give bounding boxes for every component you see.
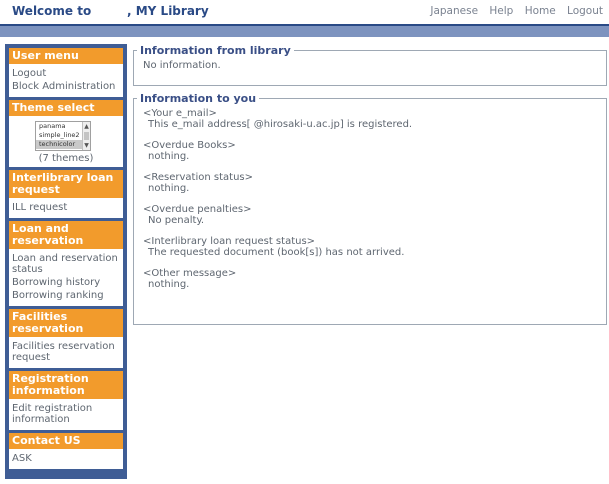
help-link[interactable]: Help xyxy=(489,5,513,17)
other-message-heading: <Other message> xyxy=(143,268,237,279)
welcome-label: Welcome to xyxy=(12,4,92,18)
registration-box: Edit registration information xyxy=(9,399,123,430)
penalties-heading: <Overdue penalties> xyxy=(143,204,252,215)
sidebar-item-borrowing-history[interactable]: Borrowing history xyxy=(12,277,120,288)
theme-select-header: Theme select xyxy=(9,100,123,116)
reservation-heading: <Reservation status> xyxy=(143,172,253,183)
loan-header: Loan and reservation xyxy=(9,221,123,249)
penalties-value: No penalty. xyxy=(148,215,205,226)
contact-box: ASK xyxy=(9,449,123,469)
top-bar: Welcome to , MY Library Japanese Help Ho… xyxy=(0,0,609,26)
ill-status-value: The requested document (book[s]) has not… xyxy=(148,247,405,258)
facilities-box: Facilities reservation request xyxy=(9,337,123,368)
other-message-block: <Other message> nothing. xyxy=(143,268,598,290)
reservation-block: <Reservation status> nothing. xyxy=(143,172,598,194)
sidebar-item-facilities-request[interactable]: Facilities reservation request xyxy=(12,341,120,363)
user-menu-header: User menu xyxy=(9,48,123,64)
overdue-books-value: nothing. xyxy=(148,151,190,162)
ill-box: ILL request xyxy=(9,198,123,218)
ill-header: Interlibrary loan request xyxy=(9,170,123,198)
japanese-link[interactable]: Japanese xyxy=(430,5,478,17)
library-info-title: Information from library xyxy=(140,44,291,57)
sidebar-item-ask[interactable]: ASK xyxy=(12,453,120,464)
email-value: This e_mail address[ @hirosaki-u.ac.jp] … xyxy=(148,119,413,130)
library-info-text: No information. xyxy=(143,60,221,71)
scroll-thumb[interactable] xyxy=(84,132,89,140)
other-message-value: nothing. xyxy=(148,279,190,290)
sidebar-item-edit-registration[interactable]: Edit registration information xyxy=(12,403,120,425)
home-link[interactable]: Home xyxy=(525,5,556,17)
sidebar-item-loan-status[interactable]: Loan and reservation status xyxy=(12,253,120,275)
ill-status-block: <Interlibrary loan request status> The r… xyxy=(143,236,598,258)
email-block: <Your e_mail> This e_mail address[ @hiro… xyxy=(143,108,598,130)
scroll-down-icon[interactable]: ▼ xyxy=(83,141,90,150)
library-info-panel: Information from library No information. xyxy=(133,44,607,86)
header-band xyxy=(0,26,609,37)
sidebar-item-block-administration[interactable]: Block Administration xyxy=(12,81,120,92)
ill-status-heading: <Interlibrary loan request status> xyxy=(143,236,316,247)
sidebar-item-borrowing-ranking[interactable]: Borrowing ranking xyxy=(12,290,120,301)
library-title: , MY Library xyxy=(127,4,209,18)
main-content: Information from library No information.… xyxy=(133,44,607,325)
sidebar-item-logout[interactable]: Logout xyxy=(12,68,120,79)
theme-listbox[interactable]: panama simple_line2 technicolor ▲ ▼ xyxy=(35,121,91,151)
loan-box: Loan and reservation status Borrowing hi… xyxy=(9,249,123,306)
email-heading: <Your e_mail> xyxy=(143,108,217,119)
sidebar-item-ill-request[interactable]: ILL request xyxy=(12,202,120,213)
overdue-books-heading: <Overdue Books> xyxy=(143,140,236,151)
penalties-block: <Overdue penalties> No penalty. xyxy=(143,204,598,226)
contact-header: Contact US xyxy=(9,433,123,449)
overdue-books-block: <Overdue Books> nothing. xyxy=(143,140,598,162)
sidebar: User menu Logout Block Administration Th… xyxy=(5,44,127,479)
header-links: Japanese Help Home Logout xyxy=(422,5,603,17)
reservation-value: nothing. xyxy=(148,183,190,194)
theme-list-scrollbar[interactable]: ▲ ▼ xyxy=(82,122,90,150)
facilities-header: Facilities reservation xyxy=(9,309,123,337)
scroll-up-icon[interactable]: ▲ xyxy=(83,122,90,131)
user-info-panel: Information to you <Your e_mail> This e_… xyxy=(133,92,607,325)
theme-select-box: panama simple_line2 technicolor ▲ ▼ (7 t… xyxy=(9,116,123,167)
logout-link[interactable]: Logout xyxy=(567,5,603,17)
registration-header: Registration information xyxy=(9,371,123,399)
theme-count: (7 themes) xyxy=(38,153,94,164)
user-info-title: Information to you xyxy=(140,92,257,105)
user-menu-box: Logout Block Administration xyxy=(9,64,123,97)
